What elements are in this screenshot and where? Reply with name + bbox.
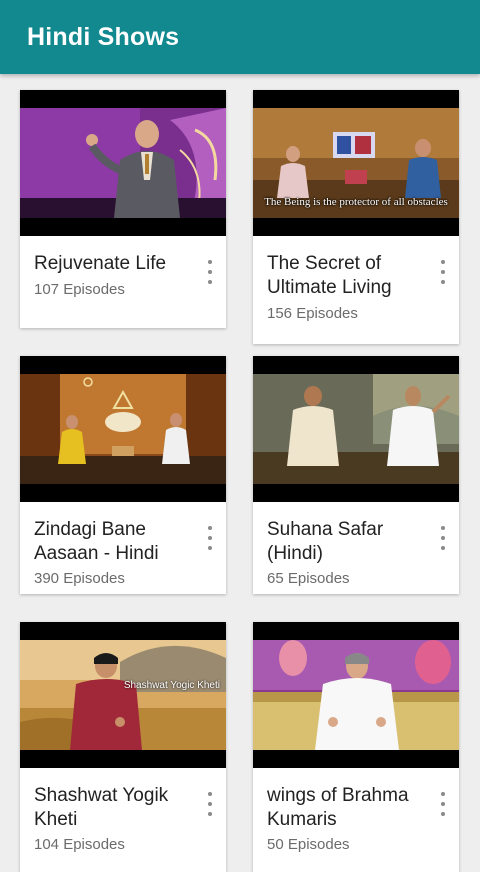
- episode-count: 156 Episodes: [267, 305, 358, 322]
- more-vert-icon[interactable]: [435, 526, 451, 550]
- more-vert-icon[interactable]: [202, 260, 218, 284]
- show-card[interactable]: Rejuvenate Life 107 Episodes: [20, 90, 226, 328]
- more-vert-icon[interactable]: [435, 792, 451, 816]
- show-thumbnail[interactable]: [20, 356, 226, 502]
- show-title[interactable]: Suhana Safar (Hindi): [267, 518, 427, 566]
- show-title[interactable]: The Secret of Ultimate Living: [267, 252, 427, 300]
- show-card[interactable]: Suhana Safar (Hindi) 65 Episodes: [253, 356, 459, 594]
- show-thumbnail[interactable]: Shashwat Yogic Kheti: [20, 622, 226, 768]
- show-thumbnail[interactable]: [253, 356, 459, 502]
- show-thumbnail[interactable]: The Being is the protector of all obstac…: [253, 90, 459, 236]
- show-title[interactable]: Rejuvenate Life: [34, 252, 194, 276]
- show-thumbnail[interactable]: [20, 90, 226, 236]
- show-card[interactable]: The Being is the protector of all obstac…: [253, 90, 459, 344]
- episode-count: 390 Episodes: [34, 570, 125, 587]
- show-thumbnail[interactable]: [253, 622, 459, 768]
- show-title[interactable]: wings of Brahma Kumaris: [267, 784, 427, 832]
- episode-count: 65 Episodes: [267, 570, 350, 587]
- shows-grid: Rejuvenate Life 107 Episodes The Being i…: [0, 74, 480, 872]
- episode-count: 107 Episodes: [34, 281, 125, 298]
- more-vert-icon[interactable]: [202, 792, 218, 816]
- episode-count: 50 Episodes: [267, 836, 350, 853]
- thumbnail-caption: Shashwat Yogic Kheti: [123, 680, 220, 691]
- show-card[interactable]: wings of Brahma Kumaris 50 Episodes: [253, 622, 459, 872]
- show-card[interactable]: Zindagi Bane Aasaan - Hindi 390 Episodes: [20, 356, 226, 594]
- show-card[interactable]: Shashwat Yogic Kheti Shashwat Yogik Khet…: [20, 622, 226, 872]
- more-vert-icon[interactable]: [202, 526, 218, 550]
- show-title[interactable]: Zindagi Bane Aasaan - Hindi: [34, 518, 194, 566]
- show-title[interactable]: Shashwat Yogik Kheti: [34, 784, 194, 832]
- more-vert-icon[interactable]: [435, 260, 451, 284]
- episode-count: 104 Episodes: [34, 836, 125, 853]
- page-title: Hindi Shows: [27, 23, 180, 51]
- thumbnail-caption: The Being is the protector of all obstac…: [264, 196, 448, 208]
- app-bar: Hindi Shows: [0, 0, 480, 74]
